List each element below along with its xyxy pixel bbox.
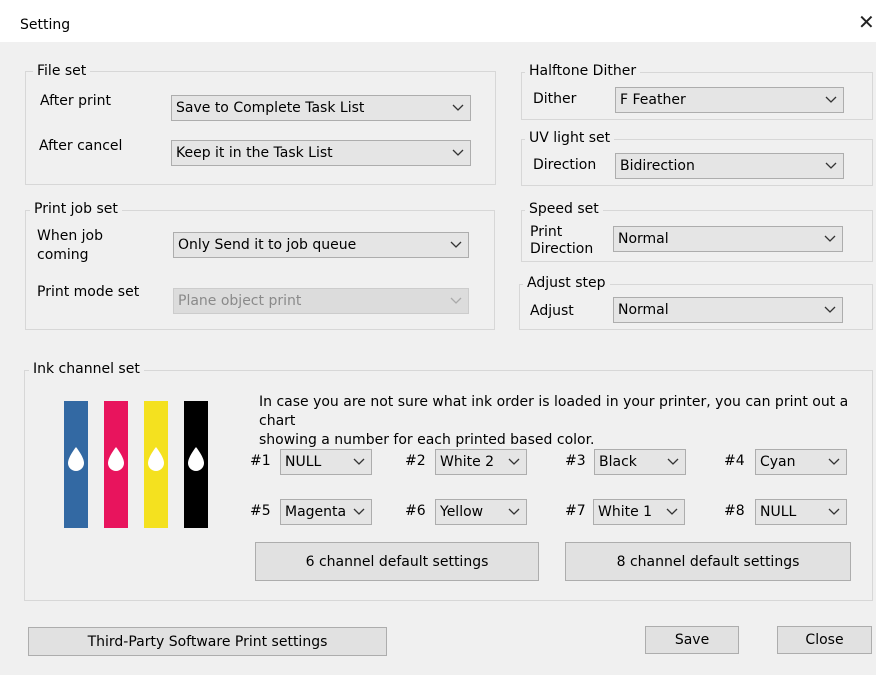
channel-7-dropdown[interactable]: White 1 [593, 499, 685, 525]
channel-1-dropdown[interactable]: NULL [280, 449, 372, 475]
ink-info-line1: In case you are not sure what ink order … [259, 394, 849, 429]
adjust-value: Normal [618, 302, 669, 318]
when-job-label-line2: coming [37, 247, 89, 263]
print-mode-value: Plane object print [178, 293, 302, 309]
after-cancel-label: After cancel [39, 138, 123, 154]
uv-direction-value: Bidirection [620, 158, 695, 174]
channel-4-label: #4 [724, 453, 745, 469]
print-mode-label: Print mode set [37, 284, 140, 300]
after-print-label: After print [40, 93, 111, 109]
chevron-down-icon [508, 508, 520, 515]
print-mode-dropdown: Plane object print [173, 288, 469, 314]
chevron-down-icon [828, 508, 840, 515]
channel-2-value: White 2 [440, 454, 495, 470]
channel-8-label: #8 [724, 503, 745, 519]
chevron-down-icon [667, 458, 679, 465]
file-set-title: File set [33, 63, 91, 79]
when-job-label-line1: When job [37, 228, 103, 244]
channel-6-value: Yellow [440, 504, 484, 520]
channel-2-label: #2 [405, 453, 426, 469]
when-job-coming-dropdown[interactable]: Only Send it to job queue [173, 232, 469, 258]
ink-tube-black [184, 401, 208, 528]
speed-dropdown[interactable]: Normal [613, 226, 843, 252]
channel-5-label: #5 [250, 503, 271, 519]
chevron-down-icon [508, 458, 520, 465]
ink-drop-icon [148, 447, 164, 471]
chevron-down-icon [824, 235, 836, 242]
chevron-down-icon [666, 508, 678, 515]
channel-2-dropdown[interactable]: White 2 [435, 449, 527, 475]
channel-6-dropdown[interactable]: Yellow [435, 499, 527, 525]
channel-3-value: Black [599, 454, 637, 470]
file-set-group [25, 71, 496, 185]
chevron-down-icon [828, 458, 840, 465]
dither-dropdown[interactable]: F Feather [615, 87, 844, 113]
ink-drop-icon [188, 447, 204, 471]
channel-8-dropdown[interactable]: NULL [755, 499, 847, 525]
ink-channel-title: Ink channel set [29, 361, 144, 377]
channel-6-label: #6 [405, 503, 426, 519]
eight-channel-default-button[interactable]: 8 channel default settings [565, 542, 851, 581]
channel-7-value: White 1 [598, 504, 653, 520]
after-cancel-dropdown[interactable]: Keep it in the Task List [171, 140, 471, 166]
six-channel-default-button[interactable]: 6 channel default settings [255, 542, 539, 581]
after-print-value: Save to Complete Task List [176, 100, 365, 116]
chevron-down-icon [353, 458, 365, 465]
ink-info-text: In case you are not sure what ink order … [259, 393, 849, 450]
halftone-title: Halftone Dither [525, 63, 641, 79]
uv-light-title: UV light set [525, 130, 615, 146]
ink-info-line2: showing a number for each printed based … [259, 432, 595, 448]
save-button[interactable]: Save [645, 626, 739, 654]
ink-drop-icon [68, 447, 84, 471]
uv-direction-label: Direction [533, 157, 597, 173]
speed-direction-label: Direction [530, 241, 594, 257]
chevron-down-icon [450, 241, 462, 248]
close-icon[interactable]: ✕ [858, 12, 875, 32]
chevron-down-icon [825, 96, 837, 103]
dither-value: F Feather [620, 92, 686, 108]
chevron-down-icon [824, 306, 836, 313]
when-job-coming-value: Only Send it to job queue [178, 237, 357, 253]
ink-drop-icon [108, 447, 124, 471]
channel-8-value: NULL [760, 504, 797, 520]
speed-value: Normal [618, 231, 669, 247]
window-title: Setting [20, 17, 71, 33]
print-job-set-title: Print job set [30, 201, 122, 217]
channel-7-label: #7 [565, 503, 586, 519]
ink-tube-cyan [64, 401, 88, 528]
title-bar: Setting ✕ [0, 0, 876, 42]
adjust-step-title: Adjust step [523, 275, 610, 291]
uv-direction-dropdown[interactable]: Bidirection [615, 153, 844, 179]
chevron-down-icon [452, 104, 464, 111]
speed-title: Speed set [525, 201, 603, 217]
adjust-dropdown[interactable]: Normal [613, 297, 843, 323]
dither-label: Dither [533, 91, 577, 107]
chevron-down-icon [353, 508, 365, 515]
third-party-print-settings-button[interactable]: Third-Party Software Print settings [28, 627, 387, 656]
ink-tube-yellow [144, 401, 168, 528]
after-print-dropdown[interactable]: Save to Complete Task List [171, 95, 471, 121]
channel-3-dropdown[interactable]: Black [594, 449, 686, 475]
ink-tube-magenta [104, 401, 128, 528]
channel-5-dropdown[interactable]: Magenta [280, 499, 372, 525]
channel-1-value: NULL [285, 454, 322, 470]
adjust-label: Adjust [530, 303, 574, 319]
after-cancel-value: Keep it in the Task List [176, 145, 333, 161]
channel-5-value: Magenta [285, 504, 347, 520]
chevron-down-icon [452, 149, 464, 156]
chevron-down-icon [450, 297, 462, 304]
channel-4-dropdown[interactable]: Cyan [755, 449, 847, 475]
channel-1-label: #1 [250, 453, 271, 469]
chevron-down-icon [825, 162, 837, 169]
channel-3-label: #3 [565, 453, 586, 469]
close-button[interactable]: Close [777, 626, 872, 654]
channel-4-value: Cyan [760, 454, 796, 470]
